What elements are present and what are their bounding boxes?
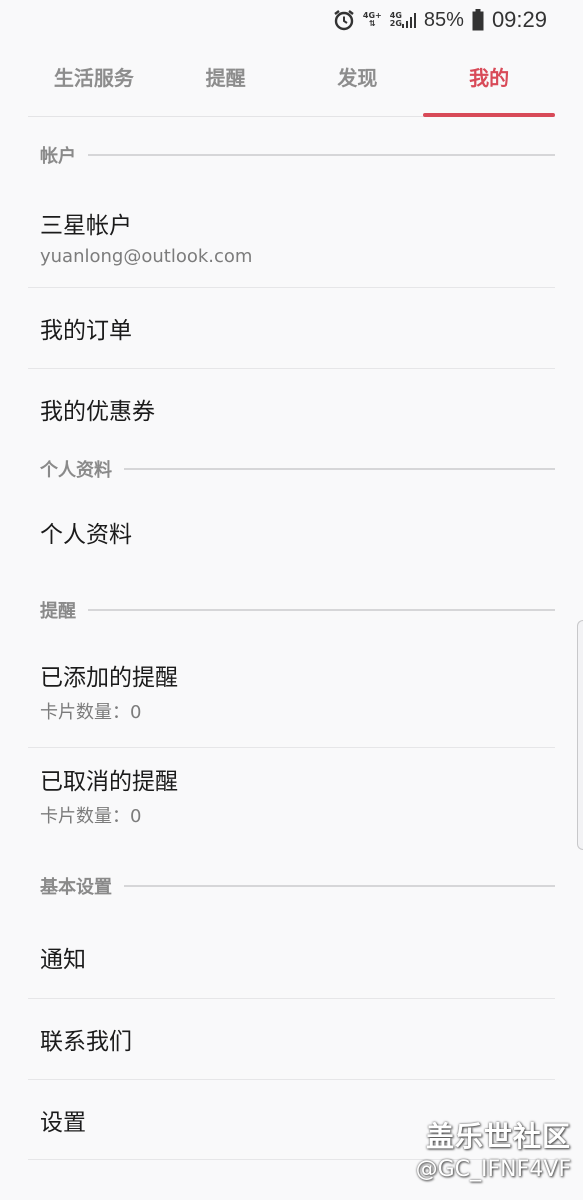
- section-header-basic-settings: 基本设置: [28, 848, 555, 924]
- item-title: 我的优惠券: [40, 399, 155, 425]
- divider: [88, 154, 555, 156]
- section-header-account: 帐户: [28, 117, 555, 193]
- section-header-reminders: 提醒: [28, 575, 555, 645]
- item-subtitle: 卡片数量：0: [40, 806, 142, 827]
- item-title: 通知: [40, 947, 86, 973]
- item-title: 联系我们: [40, 1029, 132, 1055]
- section-title: 基本设置: [40, 877, 112, 898]
- item-title: 个人资料: [40, 522, 132, 548]
- my-orders-item[interactable]: 我的订单: [28, 288, 555, 369]
- contact-us-item[interactable]: 联系我们: [28, 999, 555, 1080]
- tab-discover[interactable]: 发现: [292, 40, 424, 116]
- battery-icon: [472, 9, 484, 31]
- watermark-title: 盖乐世社区: [425, 1120, 571, 1153]
- section-title: 个人资料: [40, 460, 112, 481]
- tab-me[interactable]: 我的: [423, 40, 555, 117]
- tab-bar: 生活服务 提醒 发现 我的: [28, 40, 555, 117]
- item-title: 已取消的提醒: [40, 769, 178, 795]
- section-title: 提醒: [40, 601, 76, 622]
- watermark: 盖乐世社区 @GC_IFNF4VF: [416, 1115, 571, 1182]
- item-title: 我的订单: [40, 318, 132, 344]
- alarm-clock-icon: [333, 9, 355, 31]
- network-4g-plus-icon: 4G+ ⇅: [363, 12, 382, 28]
- status-bar: 4G+ ⇅ 4G 2G 85% 09:29: [0, 0, 583, 40]
- content: 帐户 三星帐户 yuanlong@outlook.com 我的订单 我的优惠券 …: [28, 117, 555, 1160]
- profile-item[interactable]: 个人资料: [28, 489, 555, 575]
- battery-percent: 85%: [423, 8, 464, 31]
- notifications-item[interactable]: 通知: [28, 924, 555, 999]
- section-header-profile: 个人资料: [28, 449, 555, 489]
- divider: [88, 609, 555, 611]
- item-subtitle: 卡片数量：0: [40, 702, 142, 723]
- signal-icon: 4G 2G: [390, 12, 416, 28]
- cancelled-reminders-item[interactable]: 已取消的提醒 卡片数量：0: [28, 748, 555, 848]
- tab-life-services[interactable]: 生活服务: [28, 40, 160, 116]
- my-coupons-item[interactable]: 我的优惠券: [28, 369, 555, 449]
- divider: [124, 468, 555, 470]
- net1-bottom: ⇅: [368, 19, 376, 28]
- watermark-handle: @GC_IFNF4VF: [415, 1157, 571, 1182]
- net2-bottom: 2G: [389, 19, 402, 28]
- clock: 09:29: [491, 7, 547, 32]
- edge-panel-handle[interactable]: [577, 620, 583, 850]
- section-title: 帐户: [40, 146, 76, 167]
- divider: [124, 885, 555, 887]
- samsung-account-item[interactable]: 三星帐户 yuanlong@outlook.com: [28, 193, 555, 288]
- screen: 4G+ ⇅ 4G 2G 85% 09:29 生活服务 提醒 发现 我的 帐户 三…: [0, 0, 583, 1200]
- item-title: 三星帐户: [40, 212, 132, 239]
- tab-reminders[interactable]: 提醒: [160, 40, 292, 116]
- added-reminders-item[interactable]: 已添加的提醒 卡片数量：0: [28, 645, 555, 748]
- item-subtitle: yuanlong@outlook.com: [40, 245, 253, 267]
- item-title: 已添加的提醒: [40, 665, 178, 691]
